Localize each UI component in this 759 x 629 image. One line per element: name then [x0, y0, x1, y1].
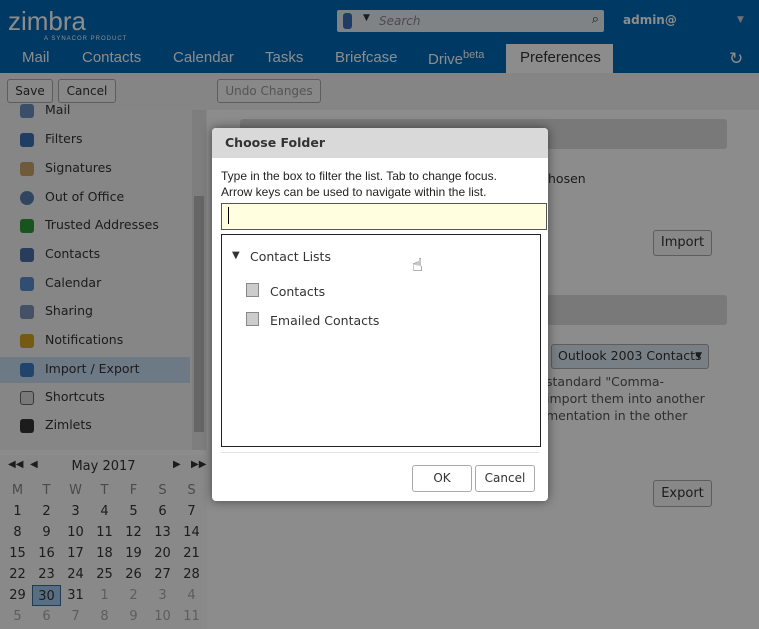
folder-tree[interactable]: ▼ Contact Lists Contacts Emailed Contact… — [221, 234, 541, 447]
emailed-contacts-icon — [246, 312, 259, 326]
folder-filter-input[interactable] — [221, 203, 547, 230]
address-book-icon — [246, 283, 259, 297]
dialog-instructions-line-2: Arrow keys can be used to navigate withi… — [221, 185, 487, 199]
tree-group-contact-lists[interactable]: Contact Lists — [250, 249, 331, 264]
hand-cursor-icon: ☝ — [412, 255, 423, 276]
dialog-instructions-line-1: Type in the box to filter the list. Tab … — [221, 169, 497, 183]
collapse-triangle-icon[interactable]: ▼ — [232, 250, 240, 261]
tree-item-contacts[interactable]: Contacts — [270, 284, 325, 299]
ok-button[interactable]: OK — [412, 465, 472, 492]
choose-folder-dialog: Choose Folder Type in the box to filter … — [212, 128, 548, 501]
dialog-title: Choose Folder — [212, 128, 548, 158]
dialog-divider — [221, 452, 539, 453]
text-caret — [228, 207, 229, 224]
tree-item-emailed-contacts[interactable]: Emailed Contacts — [270, 313, 379, 328]
dialog-cancel-button[interactable]: Cancel — [475, 465, 535, 492]
